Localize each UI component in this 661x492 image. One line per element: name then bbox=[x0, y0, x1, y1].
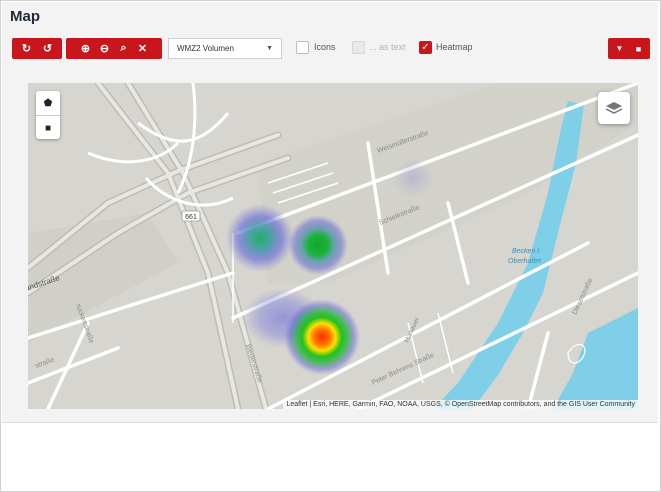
heat-spot-mid bbox=[288, 215, 348, 275]
fullscreen-icon[interactable]: ✕ bbox=[136, 42, 149, 55]
zoom-out-icon[interactable]: ⊖ bbox=[98, 42, 111, 55]
as-text-label: ... as text bbox=[369, 42, 406, 52]
map-tiles: 661 Weismüllerstraße Schielestraße Peter… bbox=[28, 83, 638, 409]
undo-icon[interactable]: ↺ bbox=[41, 42, 54, 55]
heat-spot-hot bbox=[284, 299, 360, 375]
label-oberhafen: Oberhafen bbox=[508, 258, 541, 265]
map-toolbar: ↻ ↺ ⊕ ⊖ ⌕ ✕ WMZ2 Volumen ▼ Icons ... as t… bbox=[12, 38, 650, 60]
pentagon-icon[interactable]: ⬟ bbox=[36, 91, 60, 116]
chevron-down-icon: ▼ bbox=[266, 45, 273, 52]
draw-controls: ⬟ ■ bbox=[36, 91, 60, 139]
heatmap-checkbox[interactable]: ✓ bbox=[419, 41, 432, 54]
route-shield-label: 661 bbox=[185, 214, 197, 221]
refresh-icon[interactable]: ↻ bbox=[20, 42, 33, 55]
icons-label: Icons bbox=[314, 42, 336, 52]
layers-button[interactable] bbox=[598, 92, 630, 124]
icons-checkbox[interactable] bbox=[296, 41, 309, 54]
filter-button-group: ▼ ■ bbox=[608, 38, 650, 59]
delete-icon[interactable]: ■ bbox=[632, 44, 645, 54]
heat-spot-faint bbox=[393, 158, 433, 198]
zoom-button-group: ⊕ ⊖ ⌕ ✕ bbox=[66, 38, 162, 59]
page-title: Map bbox=[10, 8, 40, 25]
check-icon: ✓ bbox=[421, 42, 430, 53]
map-view[interactable]: 661 Weismüllerstraße Schielestraße Peter… bbox=[28, 83, 638, 409]
map-card: Map ↻ ↺ ⊕ ⊖ ⌕ ✕ WMZ2 Volumen ▼ Icons ... … bbox=[2, 2, 658, 423]
heatmap-label: Heatmap bbox=[436, 42, 473, 52]
zoom-in-icon[interactable]: ⊕ bbox=[79, 42, 92, 55]
layer-select-value: WMZ2 Volumen bbox=[177, 44, 234, 53]
square-icon[interactable]: ■ bbox=[36, 116, 60, 140]
map-attribution[interactable]: Leaflet | Esri, HERE, Garmin, FAO, NOAA,… bbox=[283, 400, 638, 409]
search-icon[interactable]: ⌕ bbox=[117, 42, 130, 55]
label-becken: Becken I bbox=[512, 248, 539, 255]
filter-icon[interactable]: ▼ bbox=[613, 44, 626, 53]
history-button-group: ↻ ↺ bbox=[12, 38, 62, 59]
heat-spot-left bbox=[226, 204, 294, 272]
page: Map ↻ ↺ ⊕ ⊖ ⌕ ✕ WMZ2 Volumen ▼ Icons ... … bbox=[0, 0, 661, 492]
as-text-checkbox[interactable] bbox=[352, 41, 365, 54]
layer-select[interactable]: WMZ2 Volumen ▼ bbox=[168, 38, 282, 59]
layers-icon bbox=[605, 102, 623, 114]
